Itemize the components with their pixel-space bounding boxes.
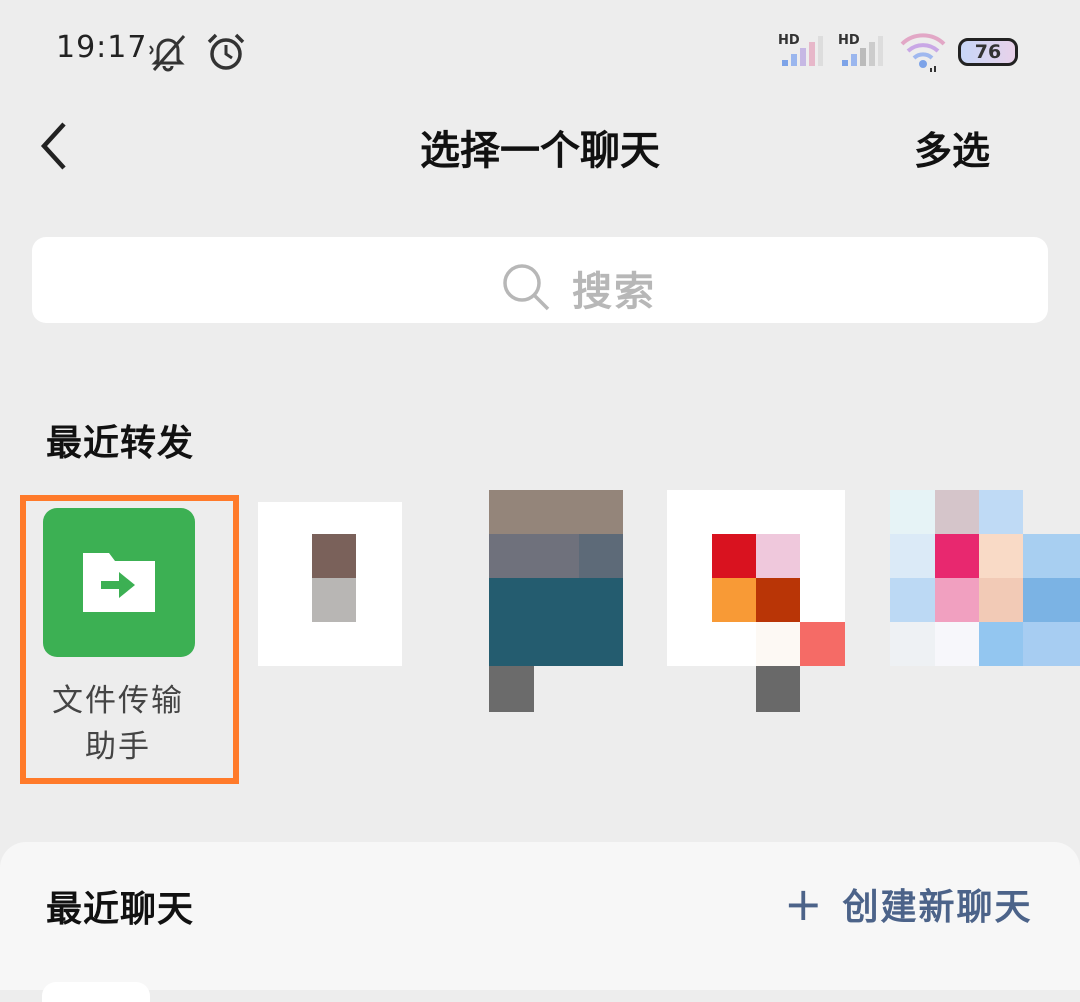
contact-blurred[interactable] [258,502,402,666]
avatar-pixel [756,666,800,712]
status-time: 19:17 [56,30,148,65]
avatar-pixel [756,578,800,622]
avatar-pixel [890,534,935,578]
alarm-icon [207,33,245,70]
recent-forward-title: 最近转发 [46,423,195,464]
avatar-pixel [935,622,979,666]
highlight-box [20,495,239,784]
multi-select-button[interactable]: 多选 [914,120,990,175]
avatar-pixel [979,622,1023,666]
signal-hd-icon: HD [778,33,823,66]
avatar-pixel [312,534,356,578]
avatar-pixel [489,490,623,534]
avatar [42,982,150,1002]
wifi-icon [900,33,946,72]
avatar-pixel [712,534,756,578]
battery-icon: 76 [958,38,1018,66]
avatar-pixel [579,534,623,578]
avatar-pixel [489,578,623,666]
avatar-pixel [312,578,356,622]
avatar-pixel [1023,534,1080,578]
search-icon [503,264,550,311]
contact-blurred[interactable] [890,490,1080,666]
battery-level: 76 [974,41,1002,63]
avatar-pixel [489,666,534,712]
svg-text:HD: HD [838,33,860,48]
create-new-chat-button[interactable]: + 创建新聊天 [784,878,1033,930]
avatar-pixel [1023,578,1080,622]
avatar-pixel [935,490,979,534]
avatar-pixel [979,534,1023,578]
status-bar: 19:17 HD HD 76 [0,0,1080,100]
search-input[interactable]: 搜索 [32,237,1048,323]
avatar-pixel [890,622,935,666]
signal-hd-icon: HD [838,33,883,66]
avatar-pixel [1023,622,1080,666]
avatar-pixel [935,578,979,622]
recent-chats-title: 最近聊天 [46,889,195,930]
avatar-pixel [890,578,935,622]
avatar-pixel [935,534,979,578]
search-placeholder: 搜索 [572,269,656,315]
avatar-pixel [712,578,756,622]
svg-text:HD: HD [778,33,800,48]
avatar-pixel [979,490,1023,534]
avatar-pixel [979,578,1023,622]
avatar-pixel [756,534,800,578]
avatar-pixel [890,490,935,534]
contact-blurred[interactable] [667,490,845,712]
plus-icon: + [784,877,825,931]
create-new-chat-label: 创建新聊天 [842,887,1033,928]
contact-blurred[interactable] [489,490,623,712]
mute-icon [149,35,186,72]
avatar-pixel [800,622,845,666]
avatar-pixel [489,534,579,578]
avatar-pixel [756,622,800,666]
